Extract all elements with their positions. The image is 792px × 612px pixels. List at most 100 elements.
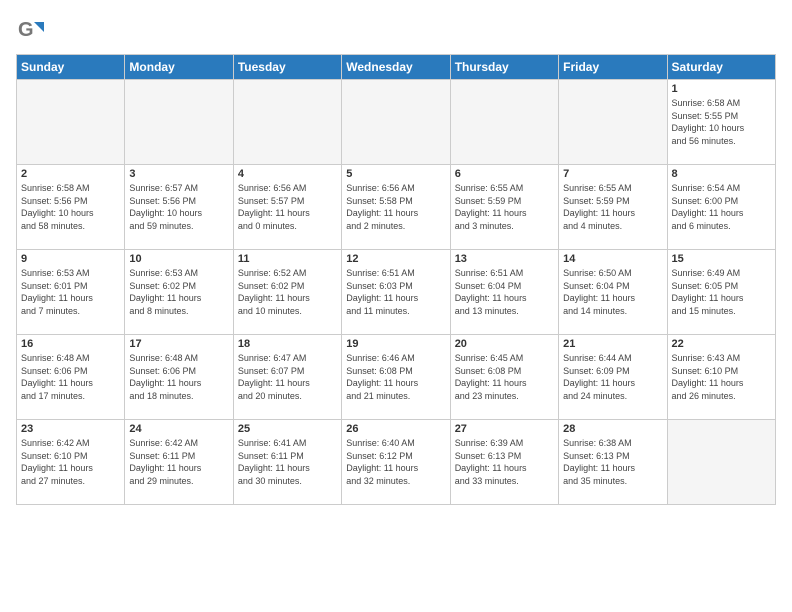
calendar-week-2: 9 Sunrise: 6:53 AM Sunset: 6:01 PM Daylig… [17, 250, 776, 335]
calendar-cell: 12 Sunrise: 6:51 AM Sunset: 6:03 PM Dayli… [342, 250, 450, 335]
day-info: Sunrise: 6:47 AM Sunset: 6:07 PM Dayligh… [238, 352, 337, 402]
day-number: 26 [346, 423, 445, 435]
calendar-cell: 2Sunrise: 6:58 AM Sunset: 5:56 PM Daylig… [17, 165, 125, 250]
calendar-cell [559, 80, 667, 165]
calendar-cell: 8 Sunrise: 6:54 AM Sunset: 6:00 PM Daylig… [667, 165, 775, 250]
calendar-header-friday: Friday [559, 55, 667, 80]
day-number: 6 [455, 168, 554, 180]
calendar-cell: 20 Sunrise: 6:45 AM Sunset: 6:08 PM Dayli… [450, 335, 558, 420]
day-info: Sunrise: 6:41 AM Sunset: 6:11 PM Dayligh… [238, 437, 337, 487]
calendar-cell [233, 80, 341, 165]
day-info: Sunrise: 6:44 AM Sunset: 6:09 PM Dayligh… [563, 352, 662, 402]
day-number: 7 [563, 168, 662, 180]
day-number: 27 [455, 423, 554, 435]
day-info: Sunrise: 6:56 AM Sunset: 5:57 PM Dayligh… [238, 182, 337, 232]
calendar-header-monday: Monday [125, 55, 233, 80]
day-info: Sunrise: 6:54 AM Sunset: 6:00 PM Dayligh… [672, 182, 771, 232]
header: G [16, 16, 776, 44]
calendar-cell: 28 Sunrise: 6:38 AM Sunset: 6:13 PM Dayli… [559, 420, 667, 505]
day-number: 28 [563, 423, 662, 435]
calendar-cell: 18 Sunrise: 6:47 AM Sunset: 6:07 PM Dayli… [233, 335, 341, 420]
calendar-cell [125, 80, 233, 165]
calendar-cell: 17 Sunrise: 6:48 AM Sunset: 6:06 PM Dayli… [125, 335, 233, 420]
day-number: 2 [21, 168, 120, 180]
day-number: 12 [346, 253, 445, 265]
day-number: 25 [238, 423, 337, 435]
calendar-cell: 6 Sunrise: 6:55 AM Sunset: 5:59 PM Daylig… [450, 165, 558, 250]
day-info: Sunrise: 6:56 AM Sunset: 5:58 PM Dayligh… [346, 182, 445, 232]
calendar-cell [342, 80, 450, 165]
calendar-cell [450, 80, 558, 165]
calendar-cell: 25 Sunrise: 6:41 AM Sunset: 6:11 PM Dayli… [233, 420, 341, 505]
day-info: Sunrise: 6:48 AM Sunset: 6:06 PM Dayligh… [129, 352, 228, 402]
day-number: 3 [129, 168, 228, 180]
day-info: Sunrise: 6:50 AM Sunset: 6:04 PM Dayligh… [563, 267, 662, 317]
calendar-cell: 13Sunrise: 6:51 AM Sunset: 6:04 PM Dayli… [450, 250, 558, 335]
day-info: Sunrise: 6:45 AM Sunset: 6:08 PM Dayligh… [455, 352, 554, 402]
calendar-cell: 26Sunrise: 6:40 AM Sunset: 6:12 PM Dayli… [342, 420, 450, 505]
page: G SundayMondayTuesdayWednesdayThursdayFr… [0, 0, 792, 612]
calendar-cell: 22 Sunrise: 6:43 AM Sunset: 6:10 PM Dayli… [667, 335, 775, 420]
day-info: Sunrise: 6:43 AM Sunset: 6:10 PM Dayligh… [672, 352, 771, 402]
calendar: SundayMondayTuesdayWednesdayThursdayFrid… [16, 54, 776, 505]
day-number: 16 [21, 338, 120, 350]
calendar-header-tuesday: Tuesday [233, 55, 341, 80]
calendar-cell: 7 Sunrise: 6:55 AM Sunset: 5:59 PM Daylig… [559, 165, 667, 250]
calendar-cell: 23Sunrise: 6:42 AM Sunset: 6:10 PM Dayli… [17, 420, 125, 505]
calendar-cell: 9 Sunrise: 6:53 AM Sunset: 6:01 PM Daylig… [17, 250, 125, 335]
day-info: Sunrise: 6:42 AM Sunset: 6:10 PM Dayligh… [21, 437, 120, 487]
day-number: 20 [455, 338, 554, 350]
day-info: Sunrise: 6:38 AM Sunset: 6:13 PM Dayligh… [563, 437, 662, 487]
calendar-cell: 14 Sunrise: 6:50 AM Sunset: 6:04 PM Dayli… [559, 250, 667, 335]
day-number: 17 [129, 338, 228, 350]
calendar-cell: 1 Sunrise: 6:58 AM Sunset: 5:55 PM Daylig… [667, 80, 775, 165]
day-info: Sunrise: 6:39 AM Sunset: 6:13 PM Dayligh… [455, 437, 554, 487]
day-number: 9 [21, 253, 120, 265]
day-info: Sunrise: 6:57 AM Sunset: 5:56 PM Dayligh… [129, 182, 228, 232]
day-number: 14 [563, 253, 662, 265]
day-info: Sunrise: 6:49 AM Sunset: 6:05 PM Dayligh… [672, 267, 771, 317]
day-number: 19 [346, 338, 445, 350]
calendar-cell: 3 Sunrise: 6:57 AM Sunset: 5:56 PM Daylig… [125, 165, 233, 250]
calendar-cell: 5 Sunrise: 6:56 AM Sunset: 5:58 PM Daylig… [342, 165, 450, 250]
day-info: Sunrise: 6:51 AM Sunset: 6:04 PM Dayligh… [455, 267, 554, 317]
day-info: Sunrise: 6:48 AM Sunset: 6:06 PM Dayligh… [21, 352, 120, 402]
calendar-cell: 24 Sunrise: 6:42 AM Sunset: 6:11 PM Dayli… [125, 420, 233, 505]
day-number: 24 [129, 423, 228, 435]
day-info: Sunrise: 6:51 AM Sunset: 6:03 PM Dayligh… [346, 267, 445, 317]
calendar-cell: 16 Sunrise: 6:48 AM Sunset: 6:06 PM Dayli… [17, 335, 125, 420]
day-info: Sunrise: 6:55 AM Sunset: 5:59 PM Dayligh… [563, 182, 662, 232]
day-number: 10 [129, 253, 228, 265]
calendar-week-1: 2Sunrise: 6:58 AM Sunset: 5:56 PM Daylig… [17, 165, 776, 250]
day-number: 4 [238, 168, 337, 180]
calendar-week-3: 16 Sunrise: 6:48 AM Sunset: 6:06 PM Dayli… [17, 335, 776, 420]
day-number: 18 [238, 338, 337, 350]
day-number: 22 [672, 338, 771, 350]
day-number: 8 [672, 168, 771, 180]
calendar-cell: 27 Sunrise: 6:39 AM Sunset: 6:13 PM Dayli… [450, 420, 558, 505]
calendar-week-0: 1 Sunrise: 6:58 AM Sunset: 5:55 PM Daylig… [17, 80, 776, 165]
logo: G [16, 16, 48, 44]
calendar-header-saturday: Saturday [667, 55, 775, 80]
calendar-cell: 19 Sunrise: 6:46 AM Sunset: 6:08 PM Dayli… [342, 335, 450, 420]
logo-icon: G [16, 16, 44, 44]
calendar-cell: 4 Sunrise: 6:56 AM Sunset: 5:57 PM Daylig… [233, 165, 341, 250]
calendar-header-wednesday: Wednesday [342, 55, 450, 80]
day-number: 21 [563, 338, 662, 350]
calendar-cell: 11 Sunrise: 6:52 AM Sunset: 6:02 PM Dayli… [233, 250, 341, 335]
day-info: Sunrise: 6:58 AM Sunset: 5:55 PM Dayligh… [672, 97, 771, 147]
day-info: Sunrise: 6:53 AM Sunset: 6:01 PM Dayligh… [21, 267, 120, 317]
day-number: 11 [238, 253, 337, 265]
day-info: Sunrise: 6:53 AM Sunset: 6:02 PM Dayligh… [129, 267, 228, 317]
day-number: 5 [346, 168, 445, 180]
day-number: 1 [672, 83, 771, 95]
day-info: Sunrise: 6:52 AM Sunset: 6:02 PM Dayligh… [238, 267, 337, 317]
calendar-cell: 21 Sunrise: 6:44 AM Sunset: 6:09 PM Dayli… [559, 335, 667, 420]
svg-text:G: G [18, 19, 34, 41]
day-info: Sunrise: 6:46 AM Sunset: 6:08 PM Dayligh… [346, 352, 445, 402]
calendar-cell: 10 Sunrise: 6:53 AM Sunset: 6:02 PM Dayli… [125, 250, 233, 335]
day-info: Sunrise: 6:42 AM Sunset: 6:11 PM Dayligh… [129, 437, 228, 487]
day-info: Sunrise: 6:55 AM Sunset: 5:59 PM Dayligh… [455, 182, 554, 232]
calendar-week-4: 23Sunrise: 6:42 AM Sunset: 6:10 PM Dayli… [17, 420, 776, 505]
calendar-header-row: SundayMondayTuesdayWednesdayThursdayFrid… [17, 55, 776, 80]
